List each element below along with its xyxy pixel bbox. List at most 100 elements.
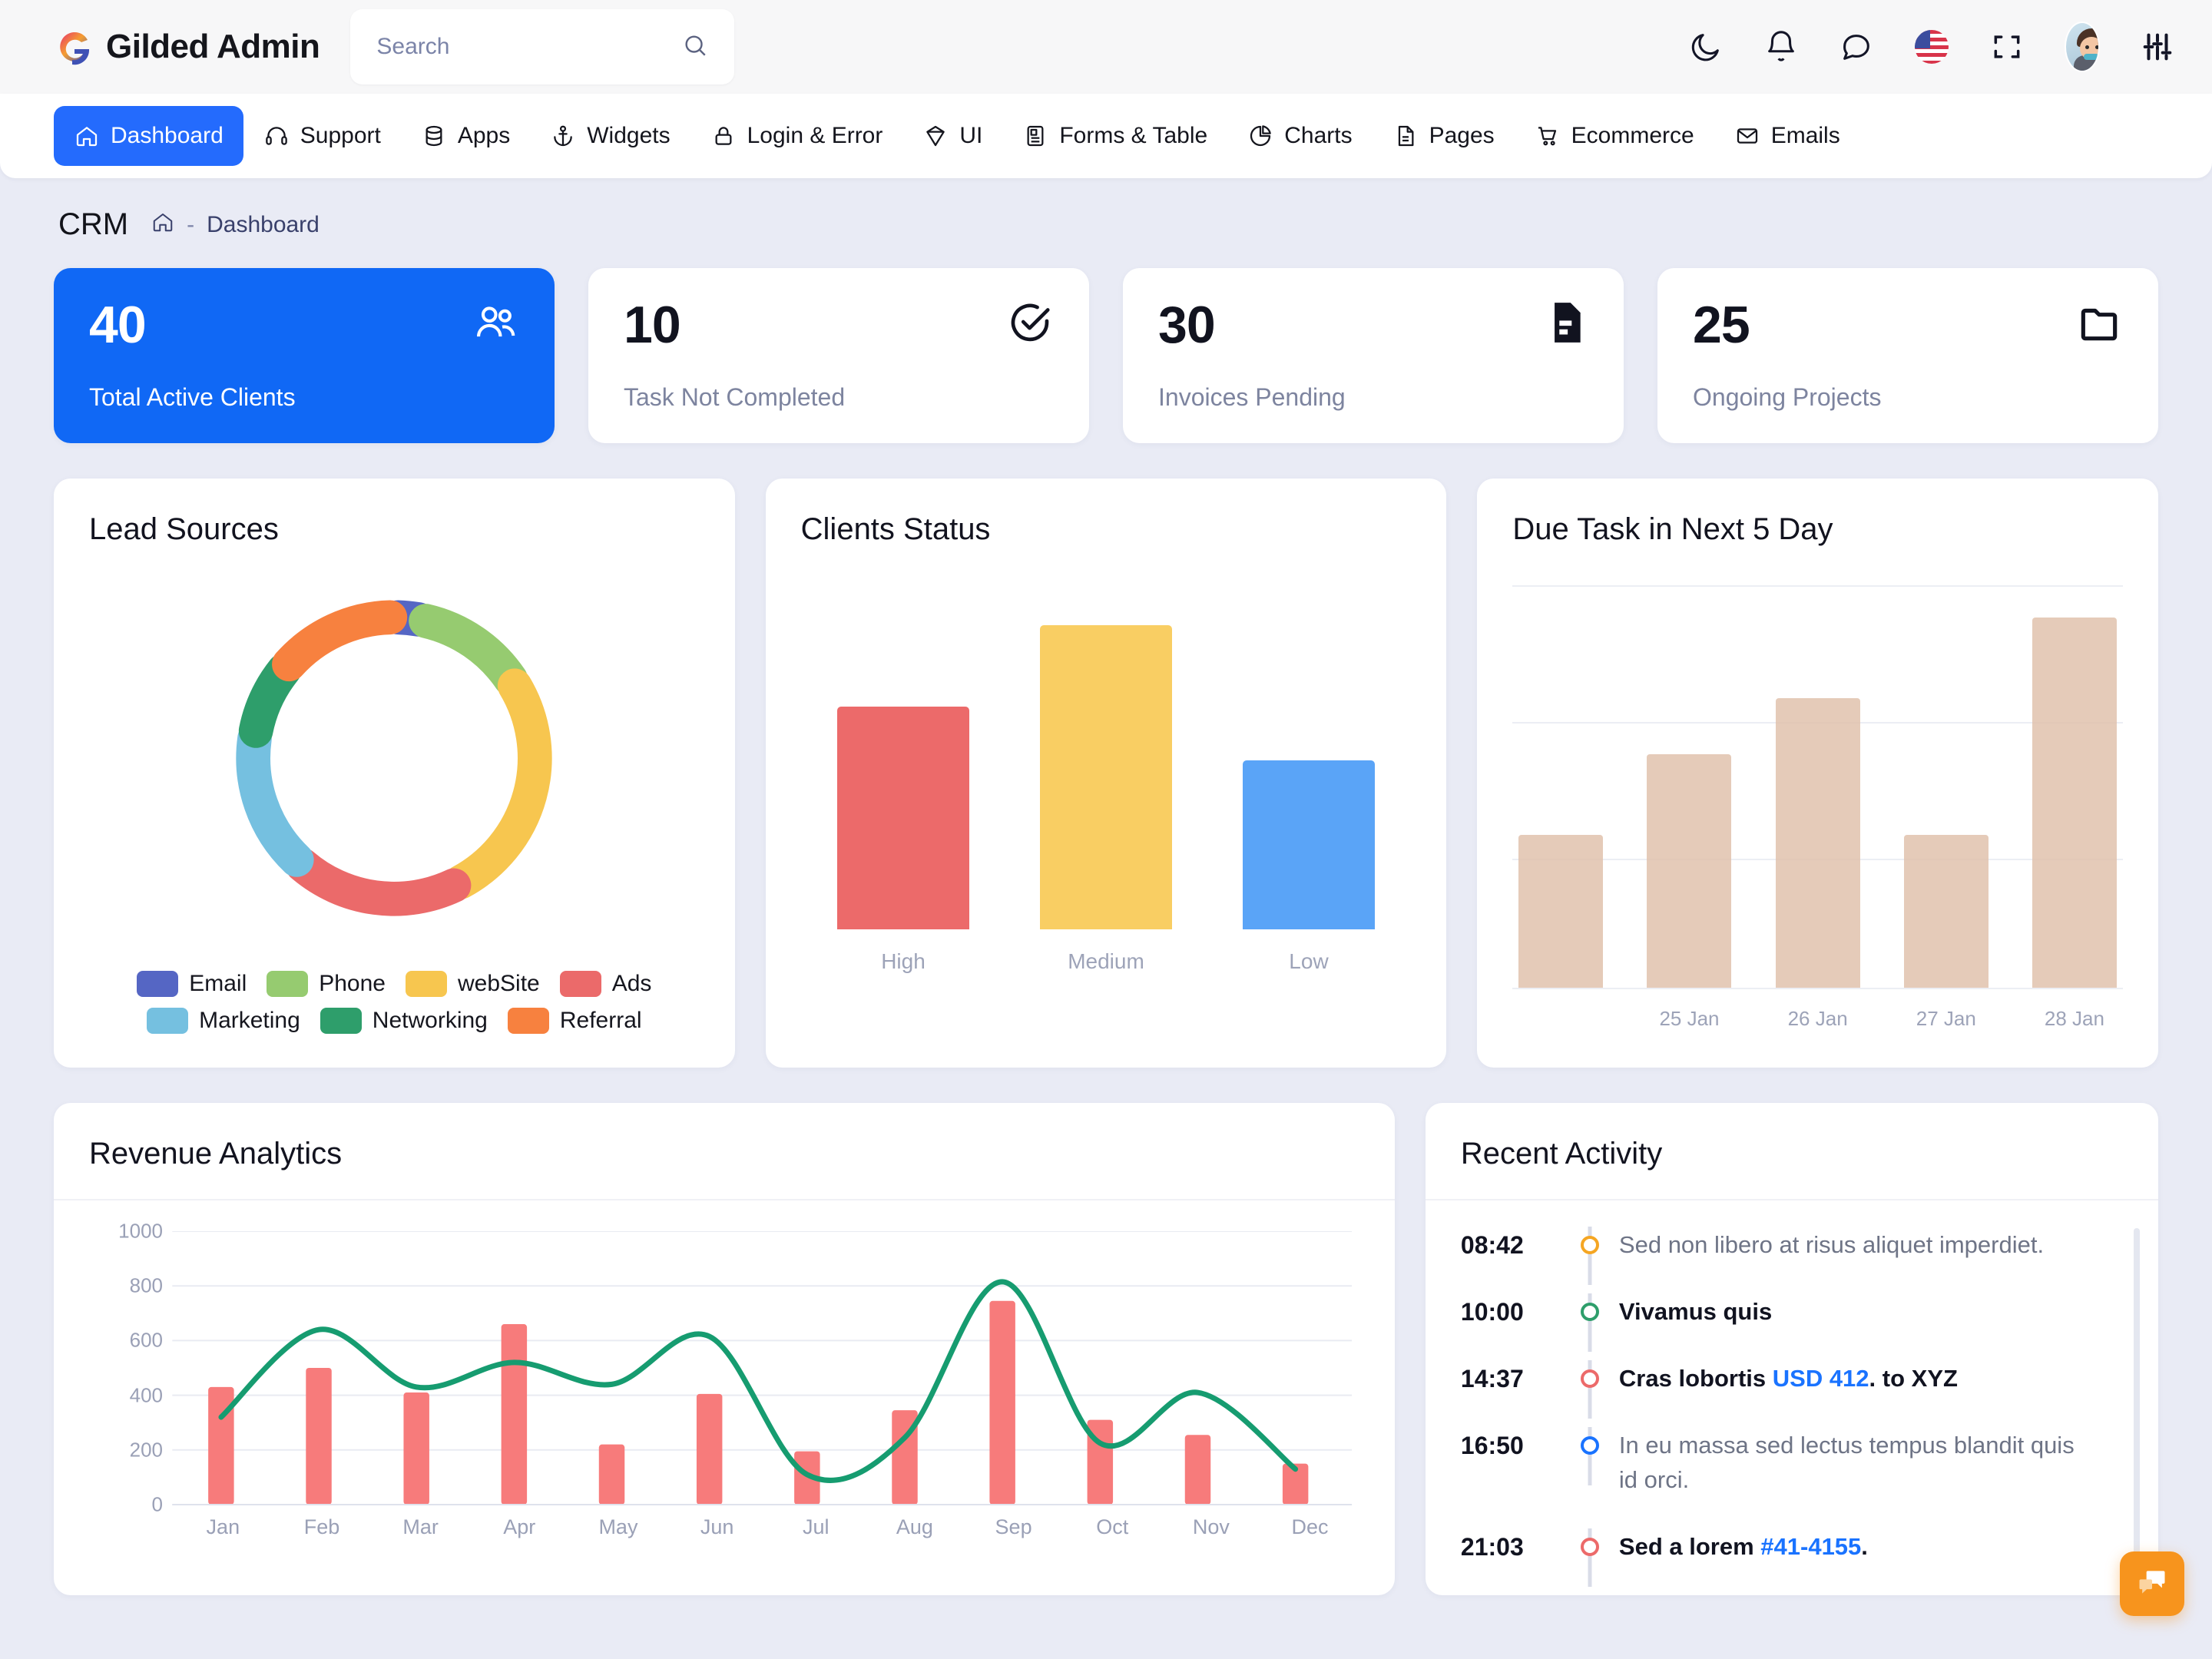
nav-label: Emails: [1770, 123, 1840, 148]
donut-segment[interactable]: [236, 721, 314, 877]
bar[interactable]: [1518, 834, 1604, 988]
breadcrumb-separator: -: [187, 211, 195, 237]
activity-timeline: [1561, 1426, 1619, 1485]
bar-column[interactable]: Low: [1242, 760, 1375, 974]
activity-list[interactable]: 08:42 Sed non libero at risus aliquet imp…: [1426, 1200, 2158, 1595]
stat-card-task-not-completed[interactable]: 10 Task Not Completed: [588, 268, 1089, 443]
header-icon-group: [1688, 22, 2175, 72]
nav-label: Dashboard: [111, 123, 224, 148]
nav-item-emails[interactable]: Emails: [1714, 106, 1860, 166]
bar[interactable]: [1242, 760, 1375, 929]
breadcrumb-current[interactable]: Dashboard: [207, 212, 320, 238]
flag-icon[interactable]: [1914, 29, 1949, 65]
revenue-bar[interactable]: [989, 1300, 1015, 1505]
stat-card-total-active-clients[interactable]: 40 Total Active Clients: [54, 268, 555, 443]
revenue-bar[interactable]: [598, 1444, 625, 1505]
donut-segment[interactable]: [409, 604, 528, 697]
revenue-chart[interactable]: 1000 800 600 400 200 0 Jan Feb Mar Apr May Jun Jul A…: [89, 1220, 1359, 1561]
search-input[interactable]: [376, 34, 683, 60]
revenue-y-axis: 1000 800 600 400 200 0: [89, 1220, 174, 1516]
revenue-bar[interactable]: [1184, 1435, 1211, 1505]
search-icon[interactable]: [682, 32, 708, 62]
home-icon[interactable]: [151, 210, 174, 240]
card-title: Revenue Analytics: [89, 1137, 343, 1171]
revenue-bar[interactable]: [501, 1324, 528, 1505]
activity-item[interactable]: 21:03 Sed a lorem #41-4155.: [1461, 1528, 2123, 1595]
stat-card-ongoing-projects[interactable]: 25 Ongoing Projects: [1657, 268, 2158, 443]
bar-label: 26 Jan: [1787, 1007, 1848, 1030]
donut-segment[interactable]: [444, 668, 552, 899]
users-icon: [472, 299, 519, 350]
legend-item[interactable]: Referral: [507, 1008, 642, 1034]
activity-scrollbar[interactable]: [2134, 1228, 2140, 1583]
legend-item[interactable]: Email: [137, 971, 247, 997]
legend-item[interactable]: Phone: [267, 971, 386, 997]
x-tick-label: Mar: [402, 1515, 439, 1538]
bar[interactable]: [836, 706, 969, 929]
donut-chart-svg: [236, 600, 552, 916]
activity-timeline: [1561, 1359, 1619, 1419]
nav-item-widgets[interactable]: Widgets: [530, 106, 690, 166]
nav-item-apps[interactable]: Apps: [401, 106, 530, 166]
nav-item-charts[interactable]: Charts: [1227, 106, 1372, 166]
clients-status-chart[interactable]: High Medium Low: [801, 590, 1412, 974]
revenue-bar[interactable]: [696, 1393, 723, 1505]
chat-icon[interactable]: [1839, 29, 1874, 65]
activity-item[interactable]: 08:42 Sed non libero at risus aliquet imp…: [1461, 1227, 2123, 1293]
due-task-card: Due Task in Next 5 Day 25 Jan 26 Jan 27 Ja…: [1477, 478, 2158, 1068]
activity-link[interactable]: #41-4155: [1760, 1533, 1861, 1560]
revenue-bar[interactable]: [306, 1368, 332, 1505]
nav-item-login-error[interactable]: Login & Error: [690, 106, 903, 166]
avatar[interactable]: [2065, 22, 2100, 72]
activity-time: 21:03: [1460, 1532, 1524, 1561]
nav-item-pages[interactable]: Pages: [1373, 106, 1515, 166]
legend-item[interactable]: Ads: [559, 971, 651, 997]
chat-fab-button[interactable]: [2120, 1551, 2184, 1616]
bell-icon[interactable]: [1763, 29, 1799, 65]
nav-item-support[interactable]: Support: [243, 106, 401, 166]
due-task-chart[interactable]: 25 Jan 26 Jan 27 Jan 28 Jan: [1512, 585, 2123, 1031]
stat-card-invoices-pending[interactable]: 30 Invoices Pending: [1123, 268, 1624, 443]
bar[interactable]: [1039, 625, 1172, 929]
lead-sources-donut[interactable]: [89, 578, 700, 939]
moon-icon[interactable]: [1688, 29, 1724, 65]
stat-value: 30: [1158, 296, 1216, 354]
x-tick-label: Apr: [503, 1515, 536, 1538]
fullscreen-icon[interactable]: [1989, 29, 2025, 65]
legend-item[interactable]: Marketing: [147, 1008, 300, 1034]
settings-sliders-icon[interactable]: [2140, 29, 2175, 65]
bar-column[interactable]: Medium: [1039, 625, 1172, 974]
nav-item-forms-table[interactable]: Forms & Table: [1002, 106, 1227, 166]
envelope-icon: [1734, 123, 1760, 149]
x-tick-label: Dec: [1291, 1515, 1329, 1538]
bar[interactable]: [1647, 754, 1732, 988]
search-box[interactable]: [350, 9, 735, 84]
activity-item[interactable]: 16:50 In eu massa sed lectus tempus bland…: [1461, 1426, 2123, 1528]
brand[interactable]: Gilded Admin: [54, 26, 320, 68]
activity-link[interactable]: USD 412: [1773, 1365, 1869, 1392]
logo-icon: [54, 26, 95, 68]
legend-item[interactable]: webSite: [405, 971, 540, 997]
legend-item[interactable]: Networking: [320, 1008, 488, 1034]
activity-text-part: Sed non libero at risus aliquet imperdie…: [1618, 1231, 2045, 1258]
legend-label: Networking: [372, 1008, 488, 1033]
revenue-bar[interactable]: [403, 1392, 429, 1505]
bar[interactable]: [1775, 697, 1860, 988]
bar-column[interactable]: High: [836, 706, 969, 974]
donut-segment[interactable]: [285, 847, 472, 916]
donut-segment[interactable]: [239, 653, 302, 748]
nav-item-ecommerce[interactable]: Ecommerce: [1515, 106, 1714, 166]
activity-item[interactable]: 10:00 Vivamus quis: [1461, 1293, 2123, 1360]
bar-label: High: [881, 949, 926, 973]
bar[interactable]: [2032, 617, 2117, 988]
bar-label: Low: [1289, 949, 1329, 973]
activity-item[interactable]: 14:37 Cras lobortis USD 412. to XYZ: [1461, 1359, 2123, 1427]
stat-value: 40: [89, 296, 147, 354]
x-tick-label: May: [598, 1515, 638, 1538]
donut-segment[interactable]: [272, 600, 408, 682]
bar[interactable]: [1903, 834, 1988, 988]
nav-item-ui[interactable]: UI: [902, 106, 1002, 166]
page-title: CRM: [58, 207, 129, 241]
legend-label: Email: [189, 971, 247, 996]
nav-item-dashboard[interactable]: Dashboard: [54, 106, 243, 166]
